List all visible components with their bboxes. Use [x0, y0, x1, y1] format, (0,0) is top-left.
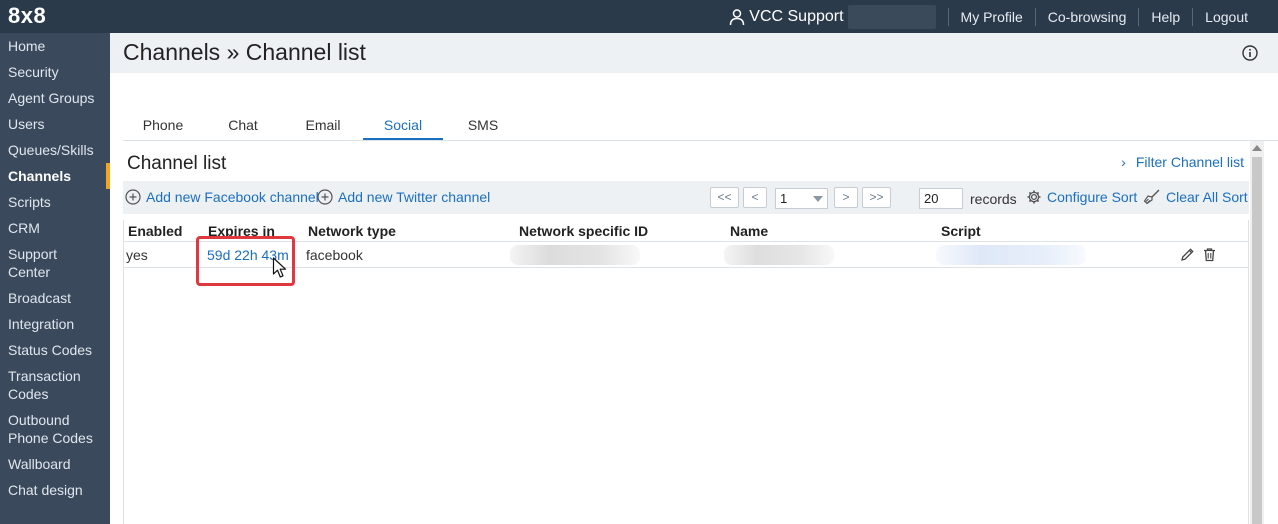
user-menu[interactable]: VCC Support — [728, 4, 943, 29]
user-icon — [730, 8, 745, 25]
column-header-name[interactable]: Name — [730, 223, 768, 239]
sidebar-item-scripts[interactable]: Scripts — [0, 193, 110, 219]
trash-icon[interactable] — [1202, 247, 1217, 262]
cell-enabled: yes — [126, 247, 148, 263]
page-title: Channels » Channel list — [123, 39, 366, 65]
table-row[interactable]: yes 59d 22h 43m facebook — [124, 236, 1248, 286]
sidebar-item-integration[interactable]: Integration — [0, 315, 110, 341]
channel-table: Enabled Expires in Network type Network … — [123, 220, 1249, 524]
redacted-name — [724, 245, 834, 265]
page-header: Channels » Channel list — [110, 33, 1278, 73]
add-facebook-label: Add new Facebook channel — [146, 189, 319, 205]
broom-icon — [1143, 189, 1160, 205]
top-bar: 8x8 VCC Support My Profile Co-browsing H… — [0, 0, 1278, 33]
add-twitter-label: Add new Twitter channel — [338, 189, 491, 205]
records-per-page-input[interactable]: 20 — [919, 188, 963, 209]
tabs-divider — [123, 140, 1278, 141]
add-circle-icon — [317, 189, 333, 205]
sidebar-item-agent-groups[interactable]: Agent Groups — [0, 89, 110, 115]
filter-channel-list-link[interactable]: › Filter Channel list — [1121, 154, 1244, 170]
scroll-up-arrow-icon[interactable] — [1252, 145, 1262, 151]
sidebar-item-outbound-phone-codes[interactable]: Outbound Phone Codes — [0, 411, 110, 455]
sidebar: Home Security Agent Groups Users Queues/… — [0, 33, 110, 524]
sidebar-item-wallboard[interactable]: Wallboard — [0, 455, 110, 481]
filter-label: Filter Channel list — [1135, 154, 1244, 170]
cell-network-type: facebook — [306, 247, 363, 263]
sidebar-item-chat-design[interactable]: Chat design — [0, 481, 110, 507]
sidebar-item-broadcast[interactable]: Broadcast — [0, 289, 110, 315]
sidebar-item-security[interactable]: Security — [0, 63, 110, 89]
page-number: 1 — [780, 191, 788, 206]
scrollbar-thumb[interactable] — [1252, 157, 1262, 524]
redacted-network-id — [510, 245, 640, 265]
first-page-button[interactable]: << — [710, 187, 739, 208]
section-title: Channel list — [127, 153, 227, 174]
column-header-network-specific-id[interactable]: Network specific ID — [519, 223, 648, 239]
tab-chat[interactable]: Chat — [203, 117, 283, 141]
top-nav: VCC Support My Profile Co-browsing Help … — [728, 0, 1260, 33]
add-twitter-channel-button[interactable]: Add new Twitter channel — [317, 189, 490, 205]
logo: 8x8 — [8, 3, 47, 28]
configure-sort-label: Configure Sort — [1047, 189, 1138, 205]
info-icon[interactable] — [1242, 45, 1258, 61]
clear-all-sort-button[interactable]: Clear All Sort — [1143, 189, 1248, 205]
mouse-cursor-icon — [272, 257, 287, 278]
sidebar-item-users[interactable]: Users — [0, 115, 110, 141]
last-page-button[interactable]: >> — [862, 187, 891, 208]
tab-social[interactable]: Social — [363, 117, 443, 141]
prev-page-button[interactable]: < — [743, 187, 767, 208]
sidebar-item-status-codes[interactable]: Status Codes — [0, 341, 110, 367]
table-toolbar: Add new Facebook channel Add new Twitter… — [123, 181, 1249, 214]
next-page-button[interactable]: > — [834, 187, 858, 208]
configure-sort-button[interactable]: Configure Sort — [1026, 189, 1137, 205]
tab-phone[interactable]: Phone — [123, 117, 203, 141]
add-facebook-channel-button[interactable]: Add new Facebook channel — [125, 189, 319, 205]
sidebar-item-transaction-codes[interactable]: Transaction Codes — [0, 367, 110, 411]
help-link[interactable]: Help — [1139, 9, 1192, 25]
tab-sms[interactable]: SMS — [443, 117, 523, 141]
chevron-down-icon — [813, 196, 823, 202]
gear-icon — [1027, 190, 1041, 204]
vertical-scrollbar[interactable] — [1250, 141, 1264, 524]
edit-pencil-icon[interactable] — [1180, 247, 1195, 262]
sidebar-item-home[interactable]: Home — [0, 37, 110, 63]
page-select[interactable]: 1 — [775, 188, 828, 209]
my-profile-link[interactable]: My Profile — [949, 9, 1035, 25]
column-header-script[interactable]: Script — [941, 223, 981, 239]
sidebar-item-channels[interactable]: Channels — [0, 163, 110, 189]
channel-tabs: Phone Chat Email Social SMS — [123, 117, 523, 141]
tab-email[interactable]: Email — [283, 117, 363, 141]
logout-link[interactable]: Logout — [1193, 9, 1260, 25]
chevron-right-icon: › — [1121, 154, 1126, 170]
user-name: VCC Support — [749, 7, 844, 25]
records-label: records — [970, 191, 1017, 207]
redacted-script — [936, 245, 1086, 265]
main-content: Channels » Channel list Phone Chat Email… — [110, 33, 1278, 524]
sidebar-item-support-center[interactable]: Support Center — [0, 245, 110, 289]
sidebar-item-crm[interactable]: CRM — [0, 219, 110, 245]
user-name-redacted — [847, 4, 936, 29]
clear-all-sort-label: Clear All Sort — [1166, 189, 1248, 205]
column-header-network-type[interactable]: Network type — [308, 223, 396, 239]
column-header-enabled[interactable]: Enabled — [128, 223, 182, 239]
co-browsing-link[interactable]: Co-browsing — [1036, 9, 1139, 25]
add-circle-icon — [125, 189, 141, 205]
